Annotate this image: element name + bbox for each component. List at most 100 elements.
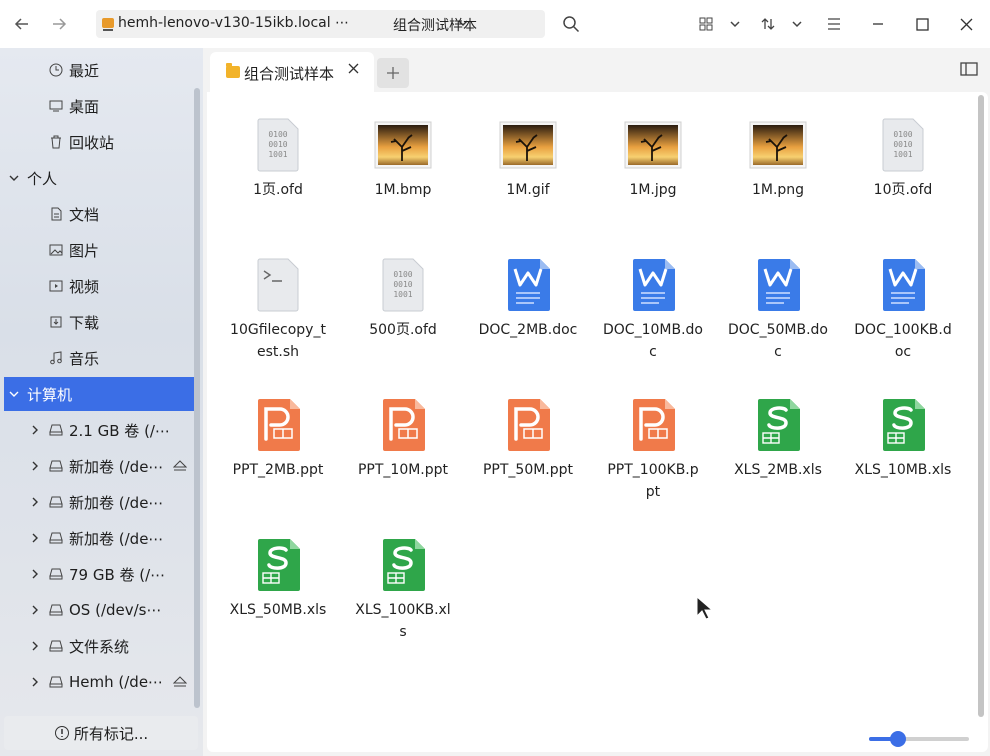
file-item[interactable]: 1M.bmp [349, 117, 457, 201]
sidebar-scrollbar[interactable] [194, 88, 200, 708]
file-item[interactable]: 1M.gif [474, 117, 582, 201]
new-tab-button[interactable] [377, 58, 409, 88]
xls-file-icon [879, 397, 927, 453]
chevron-right-icon[interactable] [29, 640, 41, 652]
chevron-right-icon[interactable] [29, 460, 41, 472]
drive-icon [48, 566, 64, 582]
back-button[interactable] [7, 9, 37, 39]
chevron-right-icon[interactable] [29, 604, 41, 616]
file-item[interactable]: XLS_10MB.xls [849, 397, 957, 481]
info-icon [54, 726, 69, 740]
sidebar-item-pictures[interactable]: 图片 [0, 233, 198, 267]
file-item[interactable]: PPT_2MB.ppt [224, 397, 332, 481]
sort-button[interactable] [753, 9, 783, 39]
arrow-right-icon [53, 18, 67, 30]
file-name: XLS_50MB.xls [229, 602, 327, 618]
svg-text:0010: 0010 [393, 280, 412, 289]
ofd-file-icon: 0100 0010 1001 [254, 117, 302, 173]
sidebar-item-documents[interactable]: 文档 [0, 197, 198, 231]
xls-file-icon [254, 537, 302, 593]
svg-text:1001: 1001 [893, 150, 912, 159]
file-item[interactable]: PPT_100KB.ppt [599, 397, 707, 503]
chevron-down-icon[interactable] [8, 172, 20, 184]
split-view-icon[interactable] [960, 60, 978, 78]
sort-icon [761, 18, 775, 30]
forward-button[interactable] [44, 9, 74, 39]
eject-icon[interactable] [172, 458, 188, 474]
sidebar-item-music[interactable]: 音乐 [0, 341, 198, 375]
chevron-right-icon[interactable] [29, 568, 41, 580]
maximize-button[interactable] [907, 9, 937, 39]
address-bar[interactable]: hemh-lenovo-v130-15ikb.local ⋯ 组合测试样本 [96, 10, 545, 38]
all-tags-button[interactable]: 所有标记... [4, 716, 198, 750]
sidebar-item-label: 2.1 GB 卷 (/⋯ [69, 421, 170, 440]
video-icon [48, 278, 64, 294]
sidebar-item-new-volume-3[interactable]: 新加卷 (/de⋯ [0, 521, 198, 555]
sidebar-item-volume-79gb[interactable]: 79 GB 卷 (/⋯ [0, 557, 198, 591]
file-item[interactable]: DOC_50MB.doc [724, 257, 832, 363]
clock-icon [48, 62, 64, 78]
file-item[interactable]: 0100 0010 1001 500页.ofd [349, 257, 457, 341]
file-item[interactable]: DOC_10MB.doc [599, 257, 707, 363]
close-tab-icon[interactable] [347, 62, 360, 75]
sidebar-item-new-volume-2[interactable]: 新加卷 (/de⋯ [0, 485, 198, 519]
tab-label: 组合测试样本 [244, 65, 335, 83]
sidebar-group-computer[interactable]: 计算机 [4, 377, 198, 411]
sidebar-item-hemh[interactable]: Hemh (/de⋯ [0, 665, 198, 699]
trash-icon [48, 134, 64, 150]
file-name: PPT_50M.ppt [482, 462, 574, 478]
view-mode-button[interactable] [691, 9, 721, 39]
sort-dropdown[interactable] [782, 9, 812, 39]
eject-icon[interactable] [172, 674, 188, 690]
chevron-right-icon[interactable] [29, 496, 41, 508]
file-view-scrollbar[interactable] [978, 95, 984, 717]
file-item[interactable]: 10Gfilecopy_test.sh [224, 257, 332, 363]
file-name: DOC_2MB.doc [478, 322, 578, 338]
chevron-right-icon[interactable] [29, 676, 41, 688]
sidebar-item-os[interactable]: OS (/dev/s⋯ [0, 593, 198, 627]
menu-button[interactable] [819, 9, 849, 39]
view-mode-dropdown[interactable] [720, 9, 750, 39]
sidebar-item-volume-2-1gb[interactable]: 2.1 GB 卷 (/⋯ [0, 413, 198, 447]
sidebar-item-filesystem[interactable]: 文件系统 [0, 629, 198, 663]
tab-current-folder[interactable]: 组合测试样本 [210, 52, 374, 92]
file-item[interactable]: XLS_50MB.xls [224, 537, 332, 621]
image-file-icon [499, 117, 557, 173]
file-item[interactable]: 0100 0010 1001 10页.ofd [849, 117, 957, 201]
sidebar-group-personal[interactable]: 个人 [0, 161, 198, 195]
chevron-right-icon[interactable] [29, 532, 41, 544]
file-item[interactable]: DOC_2MB.doc [474, 257, 582, 341]
arrow-left-icon [14, 18, 28, 30]
sidebar-item-trash[interactable]: 回收站 [0, 125, 198, 159]
svg-text:0100: 0100 [893, 130, 912, 139]
sidebar-item-new-volume-1[interactable]: 新加卷 (/de⋯ [0, 449, 198, 483]
address-host[interactable]: hemh-lenovo-v130-15ikb.local ⋯ [118, 15, 349, 31]
file-item[interactable]: PPT_50M.ppt [474, 397, 582, 481]
breadcrumb[interactable]: 组合测试样本 [393, 15, 477, 35]
file-item[interactable]: 1M.png [724, 117, 832, 201]
file-item[interactable]: DOC_100KB.doc [849, 257, 957, 363]
title-bar: hemh-lenovo-v130-15ikb.local ⋯ 组合测试样本 [0, 0, 990, 48]
zoom-slider-handle[interactable] [890, 731, 906, 747]
file-item[interactable]: 0100 0010 1001 1页.ofd [224, 117, 332, 201]
doc-file-icon [629, 257, 677, 313]
sidebar-item-recent[interactable]: 最近 [0, 53, 198, 87]
close-button[interactable] [951, 9, 981, 39]
sidebar-item-desktop[interactable]: 桌面 [0, 89, 198, 123]
chevron-right-icon[interactable] [29, 424, 41, 436]
file-item[interactable]: 1M.jpg [599, 117, 707, 201]
all-tags-label: 所有标记... [73, 724, 149, 743]
search-button[interactable] [556, 9, 586, 39]
chevron-down-icon[interactable] [8, 388, 20, 400]
sidebar-item-downloads[interactable]: 下载 [0, 305, 198, 339]
file-item[interactable]: XLS_100KB.xls [349, 537, 457, 643]
close-icon [960, 18, 972, 30]
minimize-button[interactable] [863, 9, 893, 39]
computer-icon [102, 18, 114, 31]
sidebar-item-videos[interactable]: 视频 [0, 269, 198, 303]
file-item[interactable]: XLS_2MB.xls [724, 397, 832, 481]
sidebar-item-label: 图片 [69, 241, 100, 260]
file-name: 1页.ofd [253, 182, 303, 198]
hamburger-menu-icon [828, 18, 840, 30]
file-item[interactable]: PPT_10M.ppt [349, 397, 457, 481]
